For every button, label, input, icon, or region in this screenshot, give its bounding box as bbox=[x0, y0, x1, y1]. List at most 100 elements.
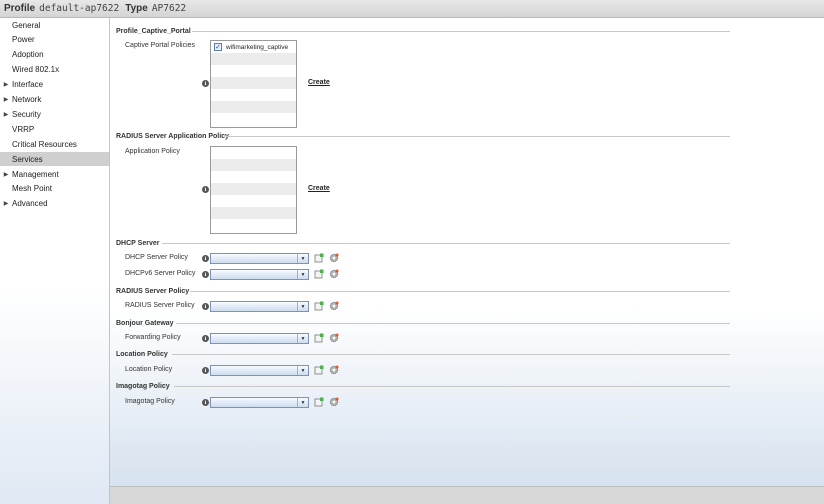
edit-gear-icon[interactable] bbox=[329, 365, 339, 375]
info-icon[interactable]: i bbox=[202, 399, 209, 406]
info-icon[interactable]: i bbox=[202, 255, 209, 262]
sidebar-item-label: Power bbox=[12, 35, 35, 45]
new-policy-icon[interactable] bbox=[314, 269, 324, 279]
profile-label: Profile bbox=[4, 3, 36, 14]
list-item-empty bbox=[211, 195, 296, 207]
edit-gear-icon[interactable] bbox=[329, 301, 339, 311]
list-item-empty bbox=[211, 159, 296, 171]
dhcp-server-policy-label: DHCP Server Policy bbox=[125, 253, 188, 261]
chevron-down-icon[interactable]: ▼ bbox=[297, 366, 308, 375]
list-item-empty bbox=[211, 89, 296, 101]
radius-app-section-title: RADIUS Server Application Policy bbox=[116, 132, 229, 140]
sidebar-item-general[interactable]: General bbox=[0, 18, 109, 32]
location-policy-label: Location Policy bbox=[125, 365, 173, 373]
imagotag-policy-select[interactable]: ▼ bbox=[210, 397, 309, 408]
expand-arrow-icon[interactable]: ▶ bbox=[0, 111, 12, 118]
sidebar-item-label: Advanced bbox=[12, 199, 48, 209]
section-divider bbox=[190, 291, 730, 292]
expand-arrow-icon[interactable]: ▶ bbox=[0, 81, 12, 88]
services-panel: Profile_Captive_Portal Captive Portal Po… bbox=[110, 18, 824, 486]
edit-gear-icon[interactable] bbox=[329, 397, 339, 407]
radius-server-policy-select[interactable]: ▼ bbox=[210, 301, 309, 312]
sidebar-item-services[interactable]: Services bbox=[0, 152, 109, 167]
list-item-empty bbox=[211, 53, 296, 65]
sidebar-item-critical-resources[interactable]: Critical Resources bbox=[0, 137, 109, 151]
sidebar-item-interface[interactable]: ▶ Interface bbox=[0, 78, 109, 92]
list-item[interactable]: ✓ wifimarketing_captive bbox=[211, 41, 296, 53]
location-policy-select[interactable]: ▼ bbox=[210, 365, 309, 376]
application-policy-create-link[interactable]: Create bbox=[308, 185, 330, 192]
sidebar-item-label: Adoption bbox=[12, 50, 44, 60]
edit-gear-icon[interactable] bbox=[329, 269, 339, 279]
sidebar-item-adoption[interactable]: Adoption bbox=[0, 48, 109, 62]
imagotag-section-title: Imagotag Policy bbox=[116, 382, 170, 390]
info-icon[interactable]: i bbox=[202, 186, 209, 193]
sidebar-item-label: Security bbox=[12, 109, 41, 119]
list-item-empty bbox=[211, 101, 296, 113]
dhcp-server-policy-select[interactable]: ▼ bbox=[210, 253, 309, 264]
dhcpv6-server-policy-select[interactable]: ▼ bbox=[210, 269, 309, 280]
new-policy-icon[interactable] bbox=[314, 397, 324, 407]
dhcp-section-title: DHCP Server bbox=[116, 239, 160, 247]
sidebar-item-power[interactable]: Power bbox=[0, 33, 109, 47]
chevron-down-icon[interactable]: ▼ bbox=[297, 302, 308, 311]
sidebar-item-label: VRRP bbox=[12, 124, 35, 134]
list-item-empty bbox=[211, 171, 296, 183]
captive-portal-item-label: wifimarketing_captive bbox=[226, 43, 289, 51]
edit-gear-icon[interactable] bbox=[329, 253, 339, 263]
sidebar-item-label: Mesh Point bbox=[12, 184, 53, 194]
section-divider bbox=[176, 323, 730, 324]
radius-policy-section-title: RADIUS Server Policy bbox=[116, 287, 190, 295]
application-policy-listbox[interactable] bbox=[210, 146, 297, 234]
list-item-empty bbox=[211, 219, 296, 231]
section-divider bbox=[226, 136, 730, 137]
expand-arrow-icon[interactable]: ▶ bbox=[0, 96, 12, 103]
section-divider bbox=[162, 243, 730, 244]
info-icon[interactable]: i bbox=[202, 271, 209, 278]
chevron-down-icon[interactable]: ▼ bbox=[297, 254, 308, 263]
list-item-empty bbox=[211, 207, 296, 219]
sidebar-item-network[interactable]: ▶ Network bbox=[0, 93, 109, 107]
sidebar-item-advanced[interactable]: ▶ Advanced bbox=[0, 197, 109, 211]
new-policy-icon[interactable] bbox=[314, 365, 324, 375]
new-policy-icon[interactable] bbox=[314, 301, 324, 311]
chevron-down-icon[interactable]: ▼ bbox=[297, 334, 308, 343]
sidebar-item-label: Management bbox=[12, 169, 59, 179]
footer-bar bbox=[110, 486, 824, 504]
sidebar-item-vrrp[interactable]: VRRP bbox=[0, 122, 109, 136]
profile-value: default-ap7622 bbox=[39, 3, 120, 14]
info-icon[interactable]: i bbox=[202, 80, 209, 87]
chevron-down-icon[interactable]: ▼ bbox=[297, 398, 308, 407]
new-policy-icon[interactable] bbox=[314, 253, 324, 263]
captive-portal-section-title: Profile_Captive_Portal bbox=[116, 27, 191, 35]
forwarding-policy-label: Forwarding Policy bbox=[125, 333, 181, 341]
location-section-title: Location Policy bbox=[116, 350, 168, 358]
captive-portal-policies-label: Captive Portal Policies bbox=[125, 41, 196, 49]
sidebar-item-label: Interface bbox=[12, 80, 44, 90]
captive-portal-checkbox[interactable]: ✓ bbox=[214, 43, 222, 51]
list-item-empty bbox=[211, 183, 296, 195]
new-policy-icon[interactable] bbox=[314, 333, 324, 343]
section-divider bbox=[192, 31, 730, 32]
type-value: AP7622 bbox=[151, 3, 187, 14]
chevron-down-icon[interactable]: ▼ bbox=[297, 270, 308, 279]
edit-gear-icon[interactable] bbox=[329, 333, 339, 343]
imagotag-policy-label: Imagotag Policy bbox=[125, 397, 175, 405]
application-policy-label: Application Policy bbox=[125, 147, 180, 155]
bonjour-section-title: Bonjour Gateway bbox=[116, 319, 174, 327]
sidebar-item-label: Network bbox=[12, 95, 42, 104]
sidebar-item-wired-802-1x[interactable]: Wired 802.1x bbox=[0, 63, 109, 77]
captive-portal-create-link[interactable]: Create bbox=[308, 79, 330, 86]
section-divider bbox=[172, 354, 730, 355]
sidebar-item-security[interactable]: ▶ Security bbox=[0, 107, 109, 121]
info-icon[interactable]: i bbox=[202, 367, 209, 374]
captive-portal-listbox[interactable]: ✓ wifimarketing_captive bbox=[210, 40, 297, 128]
forwarding-policy-select[interactable]: ▼ bbox=[210, 333, 309, 344]
info-icon[interactable]: i bbox=[202, 335, 209, 342]
info-icon[interactable]: i bbox=[202, 303, 209, 310]
expand-arrow-icon[interactable]: ▶ bbox=[0, 200, 12, 207]
expand-arrow-icon[interactable]: ▶ bbox=[0, 171, 12, 178]
sidebar-item-label: Critical Resources bbox=[12, 139, 77, 149]
sidebar-item-management[interactable]: ▶ Management bbox=[0, 167, 109, 181]
sidebar-item-mesh-point[interactable]: Mesh Point bbox=[0, 182, 109, 196]
